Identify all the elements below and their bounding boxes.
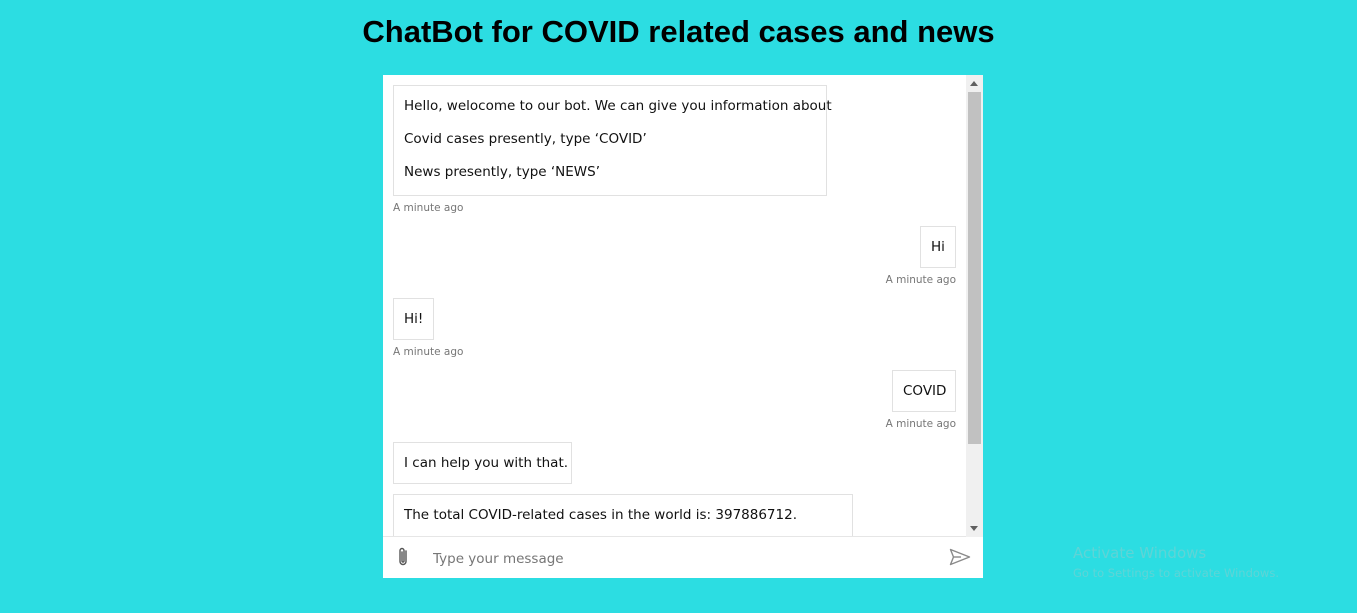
bot-message: The total COVID-related cases in the wor…: [393, 494, 853, 537]
message-line: Hi!: [404, 311, 424, 327]
page-title: ChatBot for COVID related cases and news: [362, 14, 995, 49]
message-line: Hi: [931, 239, 945, 255]
message-timestamp: A minute ago: [393, 202, 464, 214]
chat-window: Hello, welocome to our bot. We can give …: [383, 75, 983, 578]
scroll-down-icon[interactable]: [970, 526, 978, 531]
scroll-up-icon[interactable]: [970, 81, 978, 86]
send-icon[interactable]: [949, 548, 971, 570]
bot-message: Hi!: [393, 298, 434, 340]
bot-message: I can help you with that.: [393, 442, 572, 484]
message-list: Hello, welocome to our bot. We can give …: [383, 75, 966, 537]
message-timestamp: A minute ago: [393, 346, 464, 358]
message-line: COVID: [903, 383, 947, 399]
activate-windows-watermark: Activate Windows Go to Settings to activ…: [1073, 544, 1279, 580]
watermark-subtitle: Go to Settings to activate Windows.: [1073, 566, 1279, 580]
message-line: Covid cases presently, type ‘COVID’: [404, 131, 647, 147]
message-timestamp: A minute ago: [885, 418, 956, 430]
user-message: COVID: [892, 370, 956, 412]
message-line: Hello, welocome to our bot. We can give …: [404, 98, 832, 114]
message-composer: [383, 536, 983, 578]
paperclip-icon[interactable]: [395, 546, 411, 572]
message-timestamp: A minute ago: [885, 274, 956, 286]
message-input[interactable]: [431, 545, 935, 573]
user-message: Hi: [920, 226, 956, 268]
message-line: I can help you with that.: [404, 455, 569, 471]
message-scrollbar[interactable]: [966, 75, 983, 537]
bot-message: Hello, welocome to our bot. We can give …: [393, 85, 832, 196]
message-line: The total COVID-related cases in the wor…: [404, 507, 797, 523]
watermark-title: Activate Windows: [1073, 544, 1207, 562]
message-line: News presently, type ‘NEWS’: [404, 164, 600, 180]
scroll-thumb[interactable]: [968, 92, 981, 444]
